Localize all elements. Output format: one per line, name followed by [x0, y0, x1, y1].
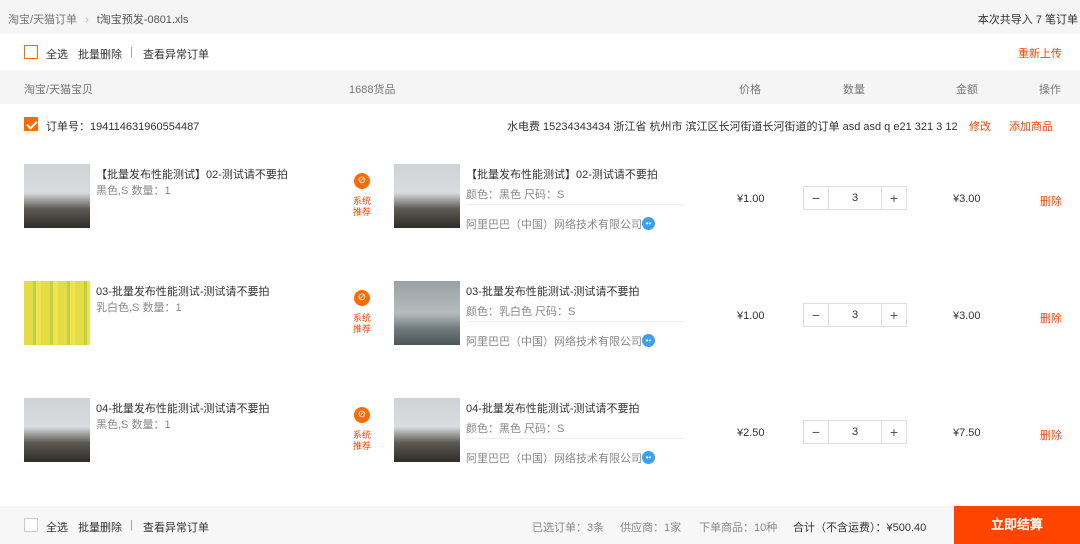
- action-bar: 全选 批量删除 | 查看异常订单 重新上传: [0, 34, 1080, 70]
- supplier-name[interactable]: 阿里巴巴（中国）网络技术有限公司: [466, 450, 642, 466]
- goods-1688-image[interactable]: [394, 281, 460, 345]
- wangwang-chat-icon[interactable]: ••: [642, 451, 655, 464]
- edit-address-button[interactable]: 修改: [969, 118, 991, 134]
- system-recommend-label: 系统 推荐: [352, 196, 371, 217]
- footer-select-all-label[interactable]: 全选: [46, 519, 68, 535]
- taobao-item-image[interactable]: [24, 398, 90, 462]
- system-recommend-label: 系统 推荐: [352, 430, 371, 451]
- taobao-item-title[interactable]: 04-批量发布性能测试-测试请不要拍: [96, 400, 270, 416]
- goods-1688-title[interactable]: 04-批量发布性能测试-测试请不要拍: [466, 400, 640, 416]
- footer-batch-delete-button[interactable]: 批量删除: [78, 519, 122, 535]
- item-price: ¥1.00: [737, 193, 765, 205]
- goods-1688-image[interactable]: [394, 164, 460, 228]
- goods-1688-image[interactable]: [394, 398, 460, 462]
- goods-1688-title[interactable]: 03-批量发布性能测试-测试请不要拍: [466, 283, 640, 299]
- col-price: 价格: [739, 84, 761, 96]
- order-header: 订单号：194114631960554487 水电费 15234343434 浙…: [0, 104, 1080, 144]
- system-recommend-link-icon[interactable]: ⊘: [354, 173, 370, 189]
- quantity-input[interactable]: 3: [829, 186, 881, 210]
- quantity-input[interactable]: 3: [829, 420, 881, 444]
- view-abnormal-orders-link[interactable]: 查看异常订单: [143, 46, 209, 62]
- breadcrumb-file: t淘宝预发-0801.xls: [96, 14, 189, 26]
- checkout-button[interactable]: 立即结算: [954, 506, 1080, 544]
- top-bar: 淘宝/天猫订单 › t淘宝预发-0801.xls 本次共导入 7 笔订单: [0, 0, 1080, 34]
- quantity-stepper: − 3 +: [803, 303, 907, 327]
- delete-item-button[interactable]: 删除: [1040, 427, 1062, 443]
- taobao-item-title[interactable]: 【批量发布性能测试】02-测试请不要拍: [96, 166, 288, 182]
- import-summary: 本次共导入 7 笔订单: [977, 14, 1078, 26]
- add-item-button[interactable]: 添加商品: [1009, 118, 1053, 134]
- item-amount: ¥3.00: [953, 193, 981, 205]
- taobao-item-title[interactable]: 03-批量发布性能测试-测试请不要拍: [96, 283, 270, 299]
- system-recommend-link-icon[interactable]: ⊘: [354, 407, 370, 423]
- supplier-count: 供应商：1家: [620, 522, 682, 534]
- breadcrumb: 淘宝/天猫订单 › t淘宝预发-0801.xls: [8, 11, 188, 27]
- quantity-stepper: − 3 +: [803, 186, 907, 210]
- item-price: ¥1.00: [737, 310, 765, 322]
- taobao-item-spec: 黑色,S 数量：1: [96, 419, 171, 431]
- goods-1688-spec: 颜色：黑色 尺码：S: [466, 189, 565, 201]
- select-all-label[interactable]: 全选: [46, 46, 68, 62]
- footer-view-abnormal-link[interactable]: 查看异常订单: [143, 519, 209, 535]
- wangwang-chat-icon[interactable]: ••: [642, 334, 655, 347]
- taobao-item-spec: 乳白色,S 数量：1: [96, 302, 182, 314]
- col-taobao-item: 淘宝/天猫宝贝: [24, 84, 94, 96]
- system-recommend-label: 系统 推荐: [352, 313, 371, 334]
- order-checkbox[interactable]: [24, 117, 38, 131]
- total-amount: 合计（不含运费）：¥500.40: [793, 522, 927, 534]
- goods-1688-title[interactable]: 【批量发布性能测试】02-测试请不要拍: [466, 166, 658, 182]
- wangwang-chat-icon[interactable]: ••: [642, 217, 655, 230]
- goods-divider: [466, 204, 684, 205]
- goods-1688-spec: 颜色：乳白色 尺码：S: [466, 306, 576, 318]
- table-row: 04-批量发布性能测试-测试请不要拍 黑色,S 数量：1 ⊘ 系统 推荐 04-批…: [0, 374, 1080, 491]
- breadcrumb-root[interactable]: 淘宝/天猫订单: [8, 14, 77, 26]
- footer-divider: |: [130, 519, 133, 531]
- table-header: 淘宝/天猫宝贝 1688货品 价格 数量 金额 操作: [0, 70, 1080, 104]
- item-amount: ¥3.00: [953, 310, 981, 322]
- goods-divider: [466, 321, 684, 322]
- item-kinds-count: 下单商品：10种: [699, 522, 778, 534]
- selected-orders-count: 已选订单：3条: [532, 522, 605, 534]
- table-row: 03-批量发布性能测试-测试请不要拍 乳白色,S 数量：1 ⊘ 系统 推荐 03-…: [0, 257, 1080, 374]
- increase-button[interactable]: +: [881, 186, 907, 210]
- decrease-button[interactable]: −: [803, 420, 829, 444]
- decrease-button[interactable]: −: [803, 303, 829, 327]
- supplier-name[interactable]: 阿里巴巴（中国）网络技术有限公司: [466, 333, 642, 349]
- col-1688-goods: 1688货品: [349, 84, 396, 96]
- quantity-stepper: − 3 +: [803, 420, 907, 444]
- shipping-address: 水电费 15234343434 浙江省 杭州市 滨江区长河街道长河街道的订单 a…: [507, 121, 958, 133]
- goods-1688-spec: 颜色：黑色 尺码：S: [466, 423, 565, 435]
- taobao-item-spec: 黑色,S 数量：1: [96, 185, 171, 197]
- col-operation: 操作: [1039, 84, 1061, 96]
- increase-button[interactable]: +: [881, 420, 907, 444]
- decrease-button[interactable]: −: [803, 186, 829, 210]
- delete-item-button[interactable]: 删除: [1040, 193, 1062, 209]
- taobao-item-image[interactable]: [24, 164, 90, 228]
- increase-button[interactable]: +: [881, 303, 907, 327]
- footer-bar: 全选 批量删除 | 查看异常订单 已选订单：3条 供应商：1家 下单商品：10种…: [0, 506, 1080, 544]
- col-quantity: 数量: [843, 84, 865, 96]
- col-amount: 金额: [956, 84, 978, 96]
- item-price: ¥2.50: [737, 427, 765, 439]
- batch-delete-button[interactable]: 批量删除: [78, 46, 122, 62]
- item-amount: ¥7.50: [953, 427, 981, 439]
- supplier-name[interactable]: 阿里巴巴（中国）网络技术有限公司: [466, 216, 642, 232]
- goods-divider: [466, 438, 684, 439]
- select-all-checkbox[interactable]: [24, 45, 38, 59]
- breadcrumb-separator-icon: ›: [85, 14, 89, 26]
- taobao-item-image[interactable]: [24, 281, 90, 345]
- action-divider: |: [130, 46, 133, 58]
- system-recommend-link-icon[interactable]: ⊘: [354, 290, 370, 306]
- delete-item-button[interactable]: 删除: [1040, 310, 1062, 326]
- reupload-button[interactable]: 重新上传: [1018, 45, 1062, 61]
- quantity-input[interactable]: 3: [829, 303, 881, 327]
- order-number: 订单号：194114631960554487: [46, 121, 200, 133]
- table-row: 【批量发布性能测试】02-测试请不要拍 黑色,S 数量：1 ⊘ 系统 推荐 【批量…: [0, 140, 1080, 257]
- footer-select-all-checkbox[interactable]: [24, 518, 38, 532]
